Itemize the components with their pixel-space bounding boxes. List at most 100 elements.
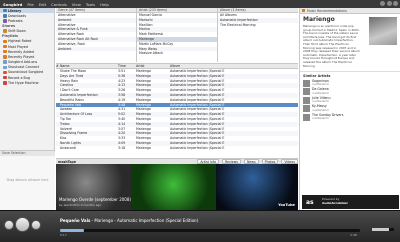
table-row[interactable]: Andacanti 3:18 Mariengo Automatic Imperfect… [56, 146, 298, 151]
seek-bar[interactable] [60, 229, 360, 232]
menu-view[interactable]: View [72, 2, 81, 7]
menu-controls[interactable]: Controls [51, 2, 67, 7]
similar-artist-text: The Sunday Drivers nu-Mariarim [312, 113, 343, 122]
previous-button[interactable] [4, 220, 14, 230]
info-panel: Music Recommendations Mariengo Mariengo … [299, 8, 400, 210]
volume-fill [372, 228, 389, 231]
similar-artist-avatar [303, 113, 310, 121]
playlist-icon [3, 49, 7, 54]
selection-pane-hint: Drag albums artwork here [6, 178, 49, 182]
now-playing: Pequeño Vals - Mariengo - Automatic Impe… [60, 218, 198, 223]
sidebar-item-label: Recently Played [8, 54, 35, 59]
filter-item[interactable]: Massive Attack [137, 51, 217, 56]
seek-bar-fill [60, 229, 84, 232]
similar-artist[interactable]: Ky-Messy nu-Mariarim [300, 104, 400, 114]
app-name: Songbird [3, 1, 23, 7]
video-caption: Mariengo Overde (september 2008) by elec… [59, 198, 131, 208]
menu-tools[interactable]: Tools [86, 2, 95, 7]
similar-artist[interactable]: The Sunday Drivers nu-Mariarim [300, 113, 400, 122]
column-artist[interactable]: Artist [136, 64, 170, 68]
filter-panes: Genre (47 items) Alternative Ambient Altern… [56, 8, 298, 62]
genre-filter[interactable]: Genre (47 items) Alternative Ambient Altern… [56, 8, 137, 62]
window-controls [380, 1, 398, 6]
playlist-icon [3, 65, 7, 70]
artist-photo [369, 17, 397, 45]
time-elapsed: 0:17 [60, 233, 67, 237]
video-uploader: by electrofilm 9 months ago [59, 203, 102, 208]
track-artist: Mariengo [136, 145, 151, 150]
music-icon [302, 9, 305, 12]
maximize-button[interactable] [386, 1, 392, 6]
close-button[interactable] [393, 1, 398, 6]
player-controls: Pequeño Vals - Mariengo - Automatic Impe… [0, 210, 400, 242]
sidebar-item[interactable]: The Hype Machine [0, 80, 54, 85]
filter-item[interactable]: Ambient [56, 46, 136, 52]
similar-artist-avatar [303, 88, 310, 96]
sidebar-item-label: The Hype Machine [8, 80, 39, 85]
sidebar-item-label: Downloads [8, 13, 27, 18]
sidebar-item-label: Soundcloud Songbird [8, 70, 44, 75]
track-list: # Name Time Artist Album Shake The Moon 3… [56, 63, 298, 158]
lastfm-line2: AudioScrobbler [322, 201, 349, 205]
album-filter[interactable]: Album (1 items) All Albums Automatic Imper… [218, 8, 298, 62]
menu-bar: Songbird File Edit Controls View Tools H… [0, 0, 400, 8]
artist-bio: Mariengo is an electronic indie pop grou… [303, 24, 360, 68]
lastfm-text: Powered by AudioScrobbler [322, 197, 349, 206]
playlist-icon [3, 19, 7, 23]
sidebar-item-label: Songbird Add-ons [8, 60, 38, 65]
column-time[interactable]: Time [118, 64, 136, 68]
play-pause-button[interactable] [15, 217, 30, 232]
similar-artist-avatar [303, 96, 310, 104]
sidebar-item-label: Library [8, 8, 22, 13]
artist-filter[interactable]: Artist (233 items) Manuel Garcia Mariachi M… [137, 8, 218, 62]
selection-pane-header: Save Selection [0, 151, 55, 156]
similar-artists-header: Similar Artists [300, 71, 400, 79]
similar-artist-avatar [303, 105, 310, 113]
column-name[interactable]: Name [60, 64, 118, 68]
info-panel-title: Music Recommendations [307, 8, 347, 13]
track-album: Automatic Imperfection (Special E [170, 145, 225, 150]
sidebar-item-label: Highest Rated [8, 39, 32, 44]
menu-edit[interactable]: Edit [39, 2, 46, 7]
next-button[interactable] [31, 220, 41, 230]
playlist-icon [3, 81, 7, 85]
track-name: Andacanti [60, 145, 77, 150]
playlist-icon [3, 75, 7, 80]
similar-artist-text: Julie Villenu nu-Mariarim [312, 96, 330, 105]
playlists-list: Highest Rated Most Played Recently Added Re… [0, 39, 54, 86]
video-strip[interactable]: Mariengo Overde (september 2008) by elec… [56, 164, 298, 210]
similar-artist[interactable]: Da Galena nu-Mariarim [300, 87, 400, 97]
playlist-icon [3, 14, 7, 18]
now-playing-details: - Mariengo - Automatic Imperfection (Spe… [90, 218, 199, 223]
menu-help[interactable]: Help [100, 2, 109, 7]
volume-slider[interactable] [372, 228, 394, 231]
minimize-button[interactable] [380, 1, 385, 6]
menu-file[interactable]: File [27, 2, 33, 7]
time-total: 3:48 [350, 233, 357, 237]
playlist-icon [3, 29, 7, 33]
artist-name: Mariengo [303, 16, 335, 23]
playlist-icon [3, 55, 7, 59]
similar-artist-avatar [303, 79, 310, 87]
library-list: Downloads Podcasts [0, 13, 54, 23]
library-icon [3, 8, 7, 13]
similar-artist-text: Ky-Messy nu-Mariarim [312, 104, 329, 113]
now-playing-title: Pequeño Vals [60, 218, 91, 223]
video-thumbnail[interactable] [131, 164, 216, 210]
playlist-icon [3, 39, 7, 44]
sidebar-item-label: Podcasts [8, 18, 23, 23]
sidebar-item-label: Recently Added [8, 49, 34, 54]
filter-item[interactable]: The Electrical Morning [218, 23, 298, 28]
mashtape-tab[interactable]: mashTape [58, 160, 76, 164]
playlist-icon [3, 44, 7, 49]
youtube-logo: YouTube [278, 203, 295, 207]
playlist-icon [3, 70, 7, 75]
track-time: 3:18 [118, 145, 126, 150]
sidebar-item-label: Shoutcast Connect [8, 65, 40, 70]
lastfm-logo-icon: as [306, 198, 314, 206]
selection-pane: Save Selection Drag albums artwork here [0, 150, 55, 210]
lastfm-banner[interactable]: as Powered by AudioScrobbler [302, 195, 399, 209]
column-album[interactable]: Album [170, 64, 298, 68]
sidebar-item-label: Shift Down [8, 29, 26, 34]
sidebar-item-label: Record a Bug [8, 75, 30, 80]
